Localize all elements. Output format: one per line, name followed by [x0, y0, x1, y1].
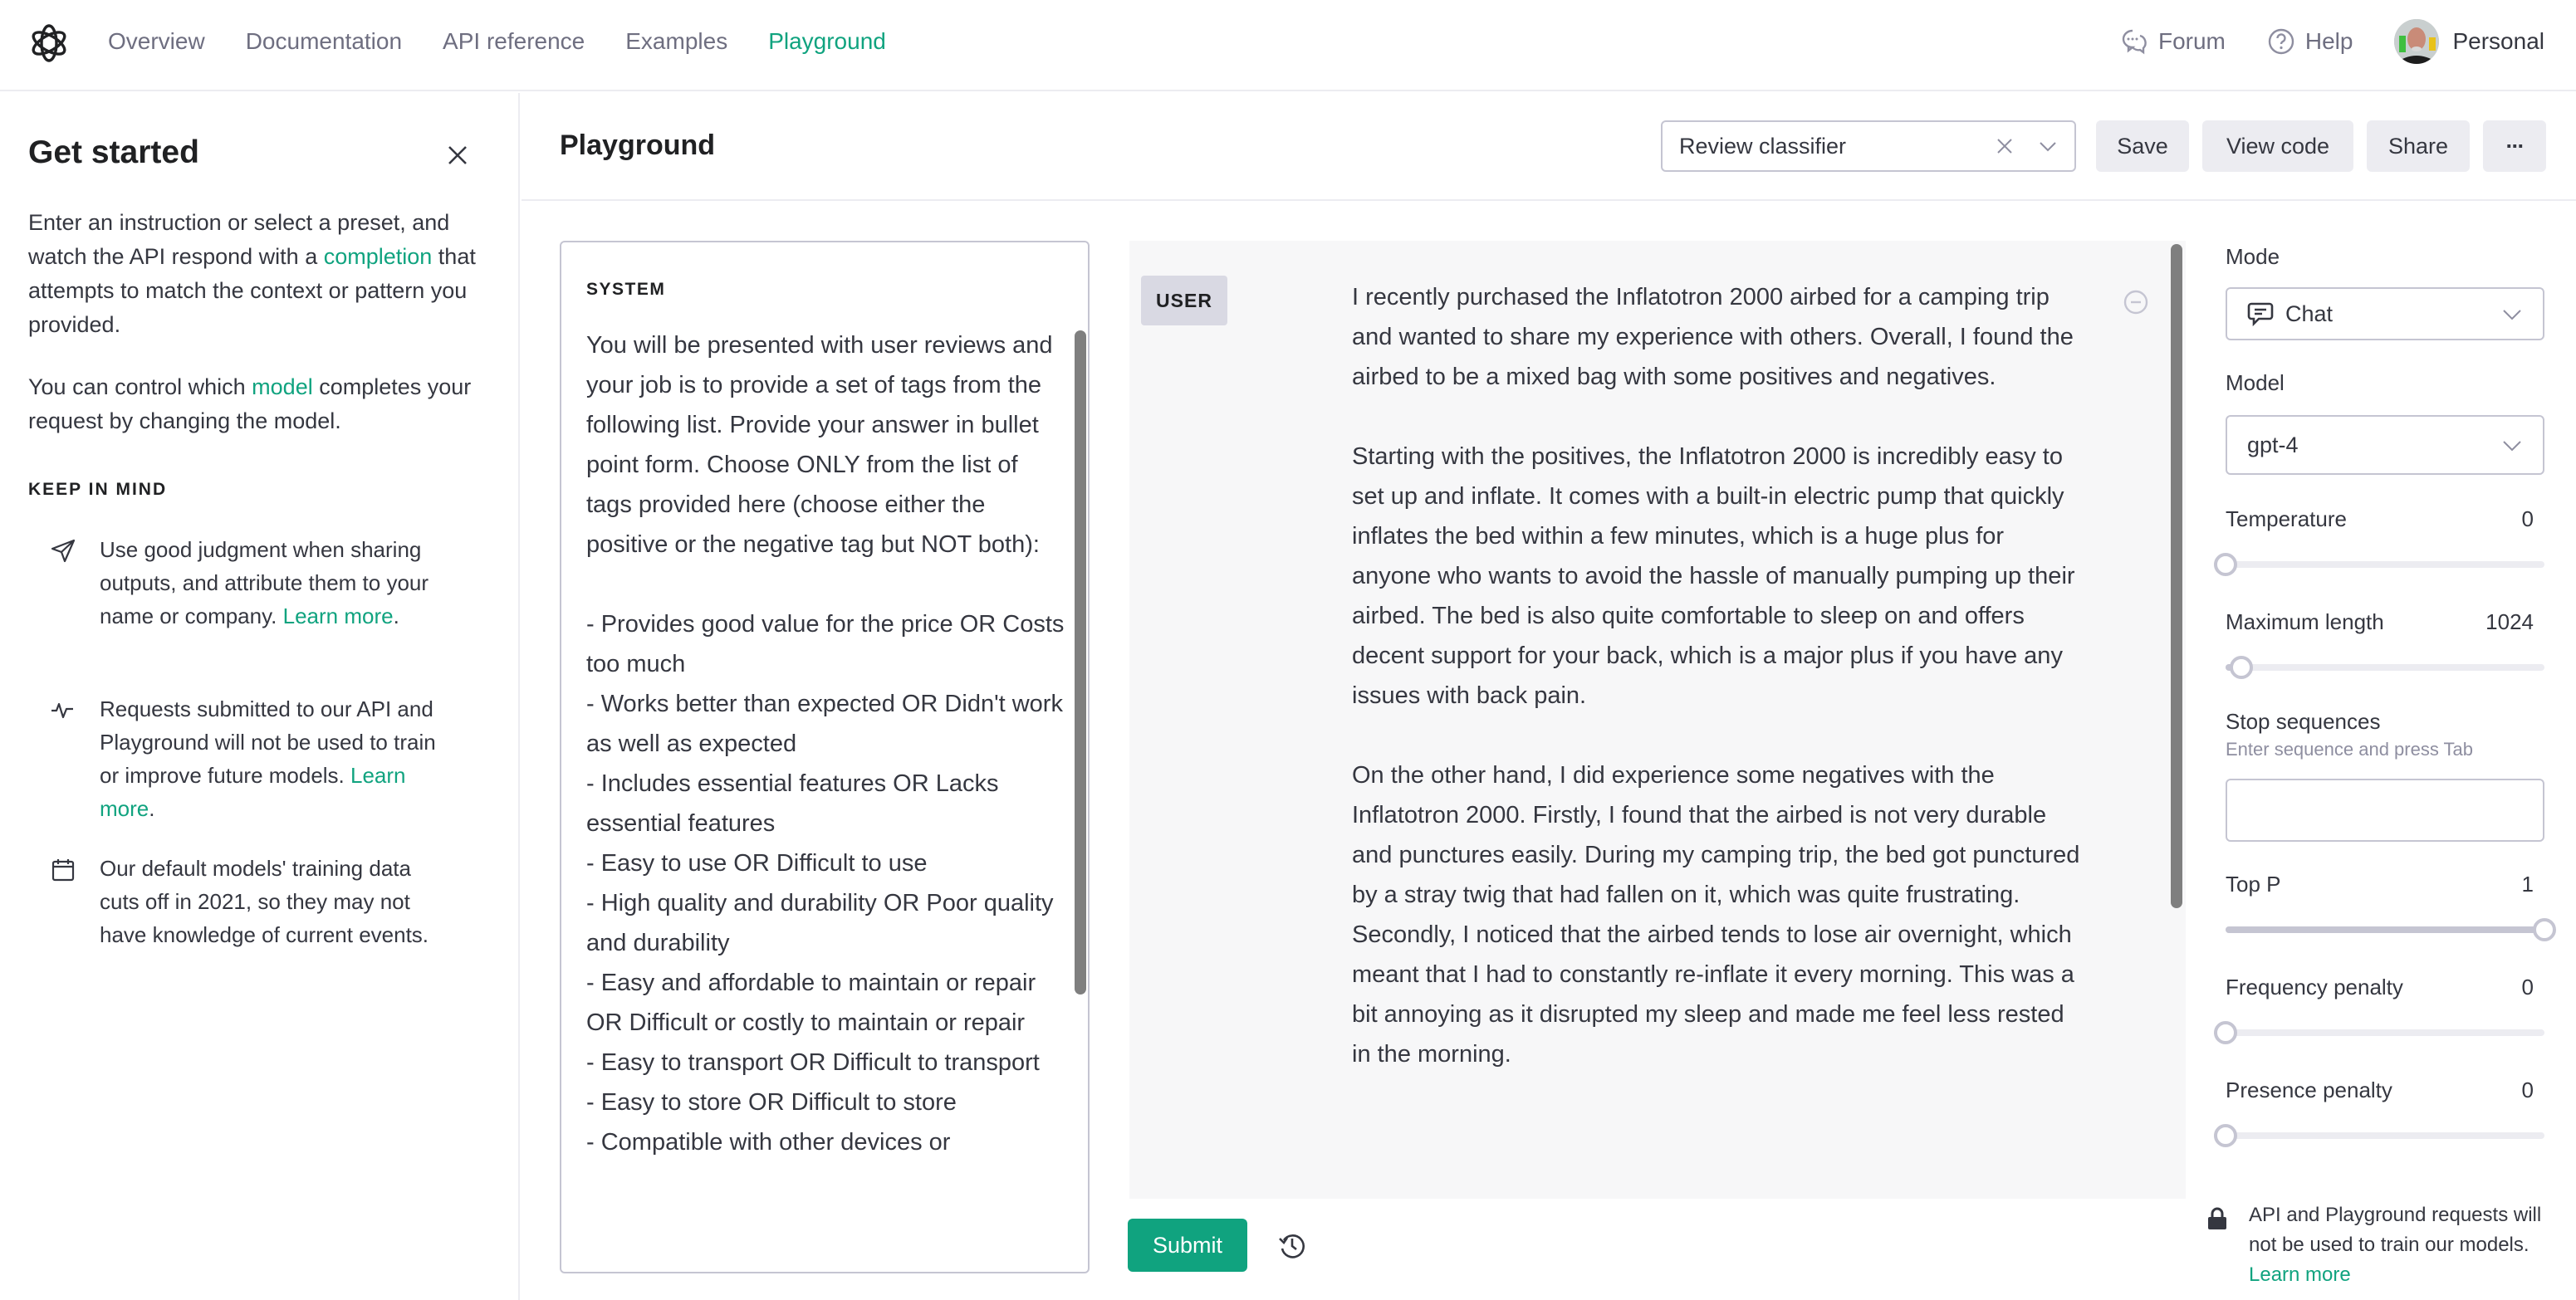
lock-icon: [2208, 1207, 2226, 1229]
completion-link[interactable]: completion: [324, 244, 433, 269]
tip-item: Our default models' training data cuts o…: [50, 852, 448, 951]
model-label: Model: [2226, 370, 2285, 395]
mode-select[interactable]: Chat: [2226, 287, 2544, 340]
save-button[interactable]: Save: [2096, 120, 2189, 172]
user-message-textarea[interactable]: I recently purchased the Inflatotron 200…: [1352, 277, 2083, 1114]
sidebar-title: Get started: [28, 134, 199, 170]
more-options-button[interactable]: ···: [2483, 120, 2546, 172]
nav-link-playground[interactable]: Playground: [768, 28, 886, 55]
preset-value: Review classifier: [1679, 133, 1847, 159]
slider-thumb[interactable]: [2214, 1021, 2237, 1044]
forum-label: Forum: [2157, 28, 2226, 54]
temperature-slider[interactable]: [2214, 553, 2544, 576]
submit-button[interactable]: Submit: [1128, 1219, 1247, 1272]
model-select[interactable]: gpt-4: [2226, 415, 2544, 475]
tip-suffix: .: [393, 604, 399, 628]
nav-links: Overview Documentation API reference Exa…: [108, 0, 927, 83]
learn-more-link[interactable]: Learn more: [2249, 1263, 2351, 1286]
help-label: Help: [2304, 28, 2353, 54]
max-length-slider[interactable]: [2226, 656, 2544, 679]
remove-message-icon[interactable]: [2123, 289, 2149, 315]
system-label: SYSTEM: [586, 280, 666, 299]
tip-suffix: .: [149, 796, 155, 821]
model-text: You can control which model completes yo…: [28, 370, 477, 438]
system-prompt-textarea[interactable]: You will be presented with user reviews …: [586, 325, 1068, 1162]
stop-sequences-input[interactable]: [2226, 779, 2544, 842]
system-scrollbar[interactable]: [1075, 330, 1086, 995]
top-p-value[interactable]: 1: [2522, 872, 2534, 897]
close-icon[interactable]: [445, 143, 470, 168]
frequency-penalty-slider[interactable]: [2214, 1021, 2544, 1044]
role-toggle-user[interactable]: USER: [1141, 276, 1227, 325]
forum-icon: [2122, 29, 2147, 55]
activity-icon: [51, 702, 73, 719]
forum-link[interactable]: Forum: [2120, 27, 2226, 56]
learn-more-link[interactable]: Learn more: [283, 604, 394, 628]
model-value: gpt-4: [2247, 432, 2299, 457]
page-title: Playground: [560, 130, 716, 161]
presence-penalty-slider[interactable]: [2214, 1124, 2544, 1147]
stop-sequences-label: Stop sequences: [2226, 709, 2381, 734]
nav-link-overview[interactable]: Overview: [108, 28, 205, 55]
privacy-text: API and Playground requests will not be …: [2249, 1204, 2542, 1256]
model-link[interactable]: model: [252, 374, 313, 399]
message-paragraph: Starting with the positives, the Inflato…: [1352, 443, 2075, 709]
calendar-icon: [51, 859, 75, 882]
privacy-notice: API and Playground requests will not be …: [2207, 1200, 2556, 1290]
top-nav: Overview Documentation API reference Exa…: [0, 0, 2576, 91]
message-paragraph: I recently purchased the Inflatotron 200…: [1352, 284, 2074, 390]
account-menu[interactable]: Personal: [2394, 19, 2544, 64]
slider-thumb[interactable]: [2533, 918, 2556, 941]
nav-link-documentation[interactable]: Documentation: [246, 28, 402, 55]
tip-text: Our default models' training data cuts o…: [100, 856, 429, 947]
chevron-down-icon: [2503, 310, 2521, 320]
message-paragraph: On the other hand, I did experience some…: [1352, 762, 2080, 1068]
top-p-slider[interactable]: [2226, 918, 2556, 941]
model-text-part: You can control which: [28, 374, 252, 399]
help-icon: [2268, 28, 2294, 55]
chevron-down-icon: [2040, 142, 2056, 152]
keep-in-mind-heading: KEEP IN MIND: [28, 480, 168, 499]
chat-bubble-icon: [2247, 302, 2274, 326]
chat-messages-panel: USER I recently purchased the Inflatotro…: [1129, 241, 2186, 1199]
account-label: Personal: [2452, 28, 2544, 54]
top-p-label: Top P: [2226, 872, 2281, 897]
playground-header: Playground Review classifier Save View c…: [522, 93, 2576, 201]
get-started-sidebar: Get started Enter an instruction or sele…: [0, 93, 520, 1300]
max-length-value[interactable]: 1024: [2485, 609, 2534, 635]
mode-label: Mode: [2226, 244, 2280, 269]
tip-item: Use good judgment when sharing outputs, …: [50, 533, 448, 633]
history-icon[interactable]: [1277, 1230, 1307, 1260]
intro-text: Enter an instruction or select a preset,…: [28, 206, 477, 342]
clear-preset-icon[interactable]: [1995, 136, 2015, 156]
presence-penalty-label: Presence penalty: [2226, 1078, 2392, 1102]
temperature-label: Temperature: [2226, 506, 2347, 531]
nav-right: Forum Help Personal: [2079, 0, 2544, 83]
openai-logo-icon[interactable]: [28, 22, 70, 64]
slider-thumb[interactable]: [2214, 1124, 2237, 1147]
frequency-penalty-label: Frequency penalty: [2226, 975, 2403, 999]
temperature-value[interactable]: 0: [2522, 506, 2534, 532]
system-message-panel[interactable]: SYSTEM You will be presented with user r…: [560, 241, 1090, 1273]
stop-sequences-hint: Enter sequence and press Tab: [2226, 739, 2474, 760]
max-length-label: Maximum length: [2226, 609, 2384, 634]
frequency-penalty-value[interactable]: 0: [2522, 975, 2534, 1000]
mode-value: Chat: [2285, 301, 2334, 326]
slider-thumb[interactable]: [2230, 656, 2254, 679]
nav-link-api-reference[interactable]: API reference: [443, 28, 585, 55]
preset-select[interactable]: Review classifier: [1661, 120, 2076, 172]
tip-item: Requests submitted to our API and Playgr…: [50, 692, 448, 825]
avatar: [2394, 19, 2440, 64]
help-link[interactable]: Help: [2267, 27, 2353, 56]
slider-thumb[interactable]: [2214, 553, 2237, 576]
send-icon: [51, 539, 76, 563]
nav-link-examples[interactable]: Examples: [625, 28, 727, 55]
presence-penalty-value[interactable]: 0: [2522, 1078, 2534, 1103]
view-code-button[interactable]: View code: [2202, 120, 2353, 172]
chat-scrollbar[interactable]: [2171, 244, 2182, 908]
share-button[interactable]: Share: [2367, 120, 2470, 172]
chevron-down-icon: [2503, 441, 2521, 452]
